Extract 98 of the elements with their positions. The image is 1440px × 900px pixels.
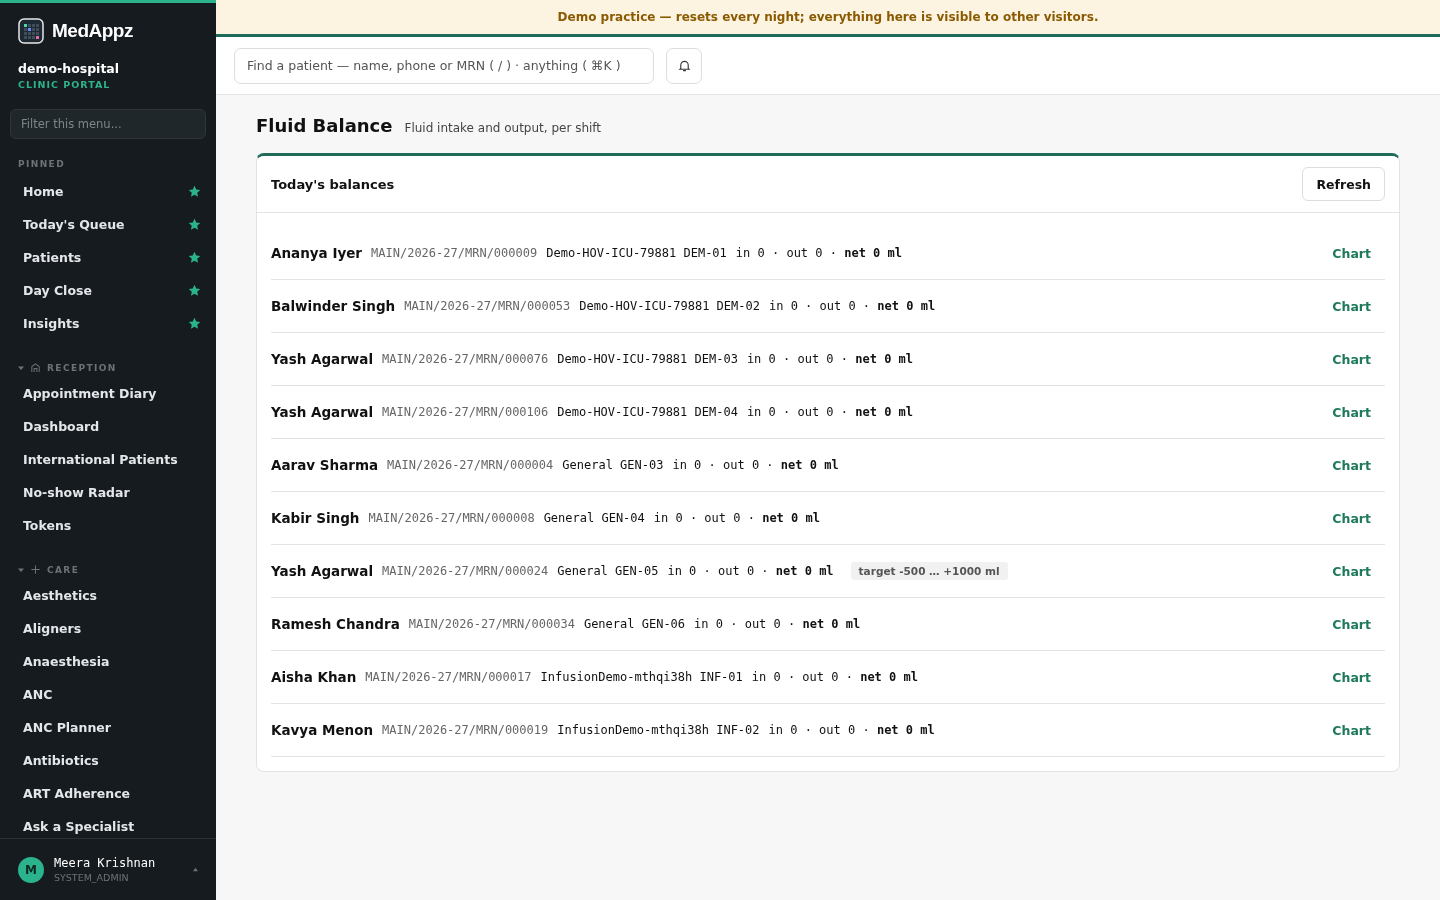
bed-location: Demo-HOV-ICU-79881 DEM-03 — [557, 352, 738, 366]
bed-location: InfusionDemo-mthqi38h INF-01 — [540, 670, 743, 684]
chart-link[interactable]: Chart — [1332, 616, 1371, 632]
caret-icon[interactable] — [18, 566, 24, 573]
fluid-balance: in 0 · out 0 · net 0 ml — [694, 617, 861, 631]
patient-name: Yash Agarwal — [271, 563, 374, 579]
chart-link[interactable]: Chart — [1332, 669, 1371, 685]
bed-location: Demo-HOV-ICU-79881 DEM-04 — [557, 405, 738, 419]
star-icon[interactable] — [188, 185, 201, 198]
page-subtitle: Fluid intake and output, per shift — [404, 121, 602, 135]
user-role: SYSTEM_ADMIN — [54, 872, 130, 883]
sidebar-item[interactable]: International Patients — [23, 452, 178, 467]
chart-link[interactable]: Chart — [1332, 245, 1371, 261]
patient-name: Kavya Menon — [271, 722, 374, 738]
mrn-text: MAIN/2026-27/MRN/000053 — [404, 299, 571, 313]
mrn-text: MAIN/2026-27/MRN/000017 — [365, 670, 532, 684]
demo-banner-text: Demo practice — resets every night; everything here is visible to other visitors. — [557, 10, 1099, 24]
sidebar-item[interactable]: Antibiotics — [23, 753, 99, 768]
plus-icon — [30, 564, 41, 575]
bed-location: General GEN-06 — [583, 617, 686, 631]
page-title: Fluid Balance — [256, 115, 393, 136]
star-icon[interactable] — [188, 218, 201, 231]
sidebar-item[interactable]: Day Close — [23, 283, 92, 298]
brand-name: MedAppz — [52, 20, 133, 42]
star-icon[interactable] — [188, 284, 201, 297]
section-heading: RECEPTION — [47, 362, 117, 373]
filter-field[interactable]: Filter this menu... — [10, 109, 206, 139]
portal-label: CLINIC PORTAL — [17, 78, 112, 90]
mrn-text: MAIN/2026-27/MRN/000024 — [382, 564, 549, 578]
mrn-text: MAIN/2026-27/MRN/000106 — [382, 405, 549, 419]
user-name: Meera Krishnan — [54, 856, 157, 870]
sidebar-item[interactable]: Dashboard — [23, 419, 100, 434]
sidebar-item[interactable]: Aesthetics — [23, 588, 98, 603]
sidebar-item[interactable]: Home — [23, 184, 64, 199]
logo-icon — [18, 18, 44, 44]
bed-location: Demo-HOV-ICU-79881 DEM-01 — [546, 246, 727, 260]
fluid-balance: in 0 · out 0 · net 0 ml — [746, 352, 914, 366]
bed-location: General GEN-05 — [557, 564, 659, 578]
patient-name: Aisha Khan — [271, 669, 357, 685]
mrn-text: MAIN/2026-27/MRN/000034 — [408, 617, 575, 631]
patient-name: Aarav Sharma — [271, 457, 379, 473]
patient-name: Balwinder Singh — [271, 298, 396, 314]
chart-link[interactable]: Chart — [1332, 563, 1371, 579]
fluid-balance: in 0 · out 0 · net 0 ml — [672, 458, 839, 472]
notification-button[interactable] — [666, 47, 702, 84]
sidebar-item[interactable]: ANC — [23, 687, 53, 702]
bed-location: General GEN-04 — [543, 511, 645, 525]
mrn-text: MAIN/2026-27/MRN/000008 — [368, 511, 535, 525]
star-icon[interactable] — [188, 251, 201, 264]
caret-icon[interactable] — [18, 364, 24, 371]
fluid-balance: in 0 · out 0 · net 0 ml — [768, 299, 936, 313]
chart-link[interactable]: Chart — [1332, 457, 1371, 473]
sidebar-item[interactable]: Patients — [23, 250, 82, 265]
fluid-balance: in 0 · out 0 · net 0 ml — [768, 723, 935, 737]
chart-link[interactable]: Chart — [1332, 298, 1371, 314]
section-heading: CARE — [47, 564, 80, 575]
patient-name: Kabir Singh — [271, 510, 360, 526]
sidebar-item[interactable]: Appointment Diary — [23, 386, 157, 401]
sidebar-item[interactable]: Aligners — [23, 621, 82, 636]
chart-link[interactable]: Chart — [1332, 722, 1371, 738]
sidebar-item[interactable]: ANC Planner — [23, 720, 111, 735]
fluid-balance: in 0 · out 0 · net 0 ml — [667, 564, 834, 578]
sidebar-item[interactable]: Tokens — [23, 518, 72, 533]
caret-icon[interactable] — [193, 867, 198, 872]
sidebar-item[interactable]: Anaesthesia — [23, 654, 110, 669]
user-avatar[interactable]: M — [18, 856, 44, 883]
fluid-balance: in 0 · out 0 · net 0 ml — [653, 511, 820, 525]
sidebar-item[interactable]: ART Adherence — [23, 786, 131, 801]
patient-name: Ramesh Chandra — [271, 616, 400, 632]
bell-icon — [677, 59, 691, 72]
home-icon — [30, 362, 41, 373]
fluid-balance: in 0 · out 0 · net 0 ml — [746, 405, 914, 419]
chart-link[interactable]: Chart — [1332, 404, 1371, 420]
mrn-text: MAIN/2026-27/MRN/000009 — [371, 246, 538, 260]
mrn-text: MAIN/2026-27/MRN/000076 — [382, 352, 549, 366]
card-title: Today's balances — [271, 176, 395, 192]
patient-name: Yash Agarwal — [271, 351, 374, 367]
fluid-balance: in 0 · out 0 · net 0 ml — [751, 670, 918, 684]
sidebar-item[interactable]: Ask a Specialist — [23, 819, 135, 834]
section-heading: PINNED — [18, 159, 66, 169]
patient-name: Yash Agarwal — [271, 404, 374, 420]
refresh-button[interactable]: Refresh — [1302, 167, 1385, 201]
fluid-balance: in 0 · out 0 · net 0 ml — [735, 246, 902, 260]
chart-link[interactable]: Chart — [1332, 510, 1371, 526]
patient-name: Ananya Iyer — [271, 245, 363, 261]
bed-location: Demo-HOV-ICU-79881 DEM-02 — [579, 299, 760, 313]
mrn-text: MAIN/2026-27/MRN/000019 — [382, 723, 549, 737]
sidebar-item[interactable]: Insights — [23, 316, 80, 331]
star-icon[interactable] — [188, 317, 201, 330]
bed-location: InfusionDemo-mthqi38h INF-02 — [557, 723, 760, 737]
search-field[interactable]: Find a patient — name, phone or MRN ( / ) · anything ( ⌘K ) — [234, 47, 654, 84]
sidebar-item[interactable]: No-show Radar — [23, 485, 130, 500]
chart-link[interactable]: Chart — [1332, 351, 1371, 367]
mrn-text: MAIN/2026-27/MRN/000004 — [387, 458, 554, 472]
bed-location: General GEN-03 — [562, 458, 664, 472]
target-tag: target -500 … +1000 ml — [850, 562, 1008, 580]
organization-name: demo-hospital — [17, 60, 121, 76]
sidebar-item[interactable]: Today's Queue — [23, 217, 125, 232]
